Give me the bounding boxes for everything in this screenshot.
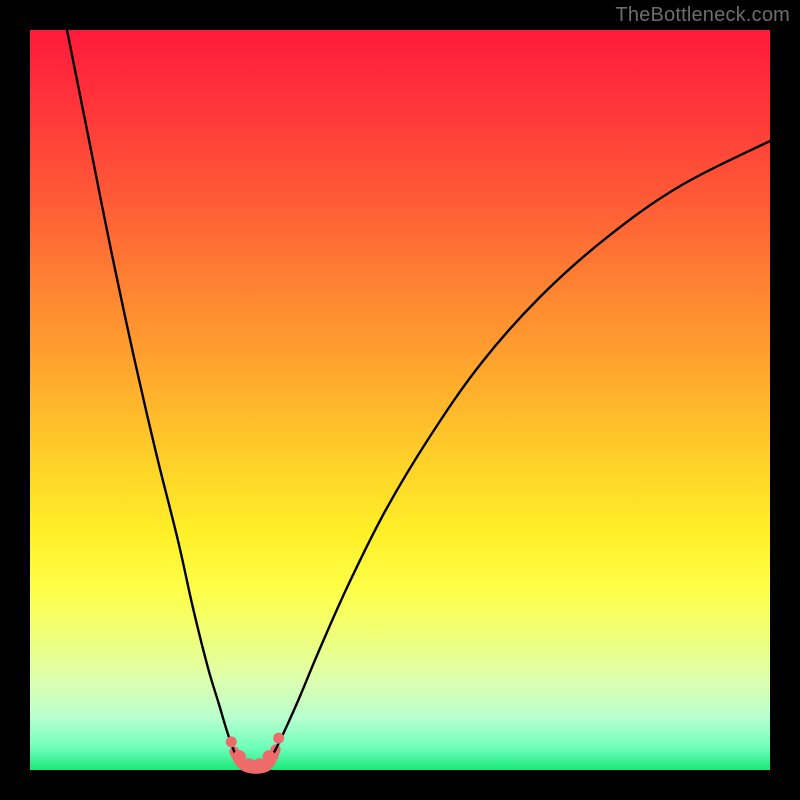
series-right-branch (268, 141, 770, 761)
series-left-branch (67, 30, 239, 761)
chart-svg (30, 30, 770, 770)
valley-marker-0 (226, 736, 237, 747)
valley-marker-5 (273, 733, 284, 744)
valley-marker-4 (263, 750, 276, 763)
curve-right-branch (268, 141, 770, 761)
curve-left-branch (67, 30, 239, 761)
chart-frame: TheBottleneck.com (0, 0, 800, 800)
watermark-text: TheBottleneck.com (615, 4, 790, 27)
